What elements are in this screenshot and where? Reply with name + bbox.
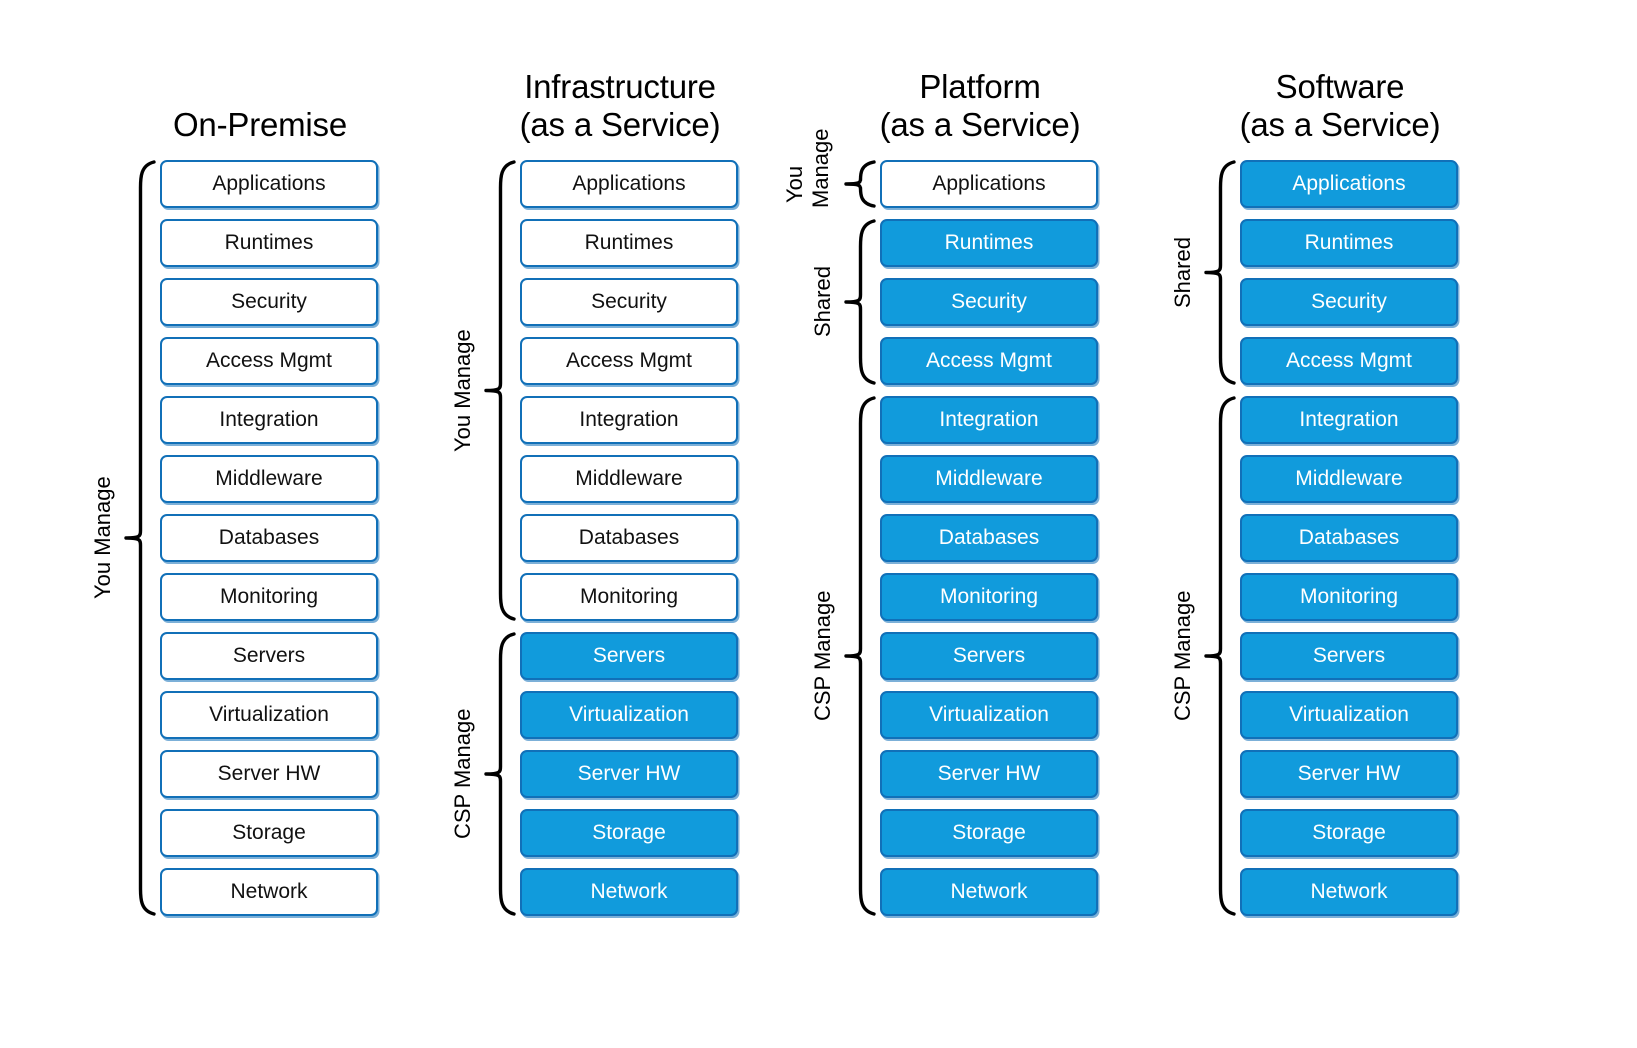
layer-box[interactable]: Server HW (880, 750, 1098, 798)
layer-box[interactable]: Middleware (880, 455, 1098, 503)
service-model-responsibility-diagram: On-Premise Applications Runtimes Security Ac… (0, 0, 1637, 1048)
layer-box[interactable]: Middleware (160, 455, 378, 503)
layer-box[interactable]: Storage (1240, 809, 1458, 857)
layer-box[interactable]: Databases (520, 514, 738, 562)
layer-box[interactable]: Storage (160, 809, 378, 857)
brace-group-csp-manage: CSP Manage (1170, 396, 1236, 916)
brace-group-you-manage: You Manage (450, 160, 516, 621)
layer-box[interactable]: Access Mgmt (520, 337, 738, 385)
layer-box[interactable]: Security (520, 278, 738, 326)
layer-box[interactable]: Security (160, 278, 378, 326)
brace-label: Shared (1170, 237, 1195, 308)
layer-box[interactable]: Integration (520, 396, 738, 444)
layer-box[interactable]: Server HW (520, 750, 738, 798)
layer-box[interactable]: Middleware (520, 455, 738, 503)
layer-box[interactable]: Runtimes (520, 219, 738, 267)
layer-box[interactable]: Monitoring (1240, 573, 1458, 621)
layer-box[interactable]: Servers (1240, 632, 1458, 680)
layer-stack-software-as-a-service: Applications Runtimes Security Access Mgmt I… (1240, 160, 1458, 927)
layer-box[interactable]: Servers (520, 632, 738, 680)
brace-label: You Manage (782, 128, 840, 208)
layer-box[interactable]: Servers (160, 632, 378, 680)
layer-box[interactable]: Monitoring (160, 573, 378, 621)
layer-box[interactable]: Access Mgmt (1240, 337, 1458, 385)
brace-label: CSP Manage (450, 708, 475, 840)
layer-box[interactable]: Server HW (1240, 750, 1458, 798)
layer-box[interactable]: Virtualization (520, 691, 738, 739)
layer-box[interactable]: Storage (880, 809, 1098, 857)
brace-group-shared: Shared (810, 219, 876, 385)
layer-box[interactable]: Monitoring (880, 573, 1098, 621)
brace-label-line-1: You (782, 165, 807, 203)
brace-label-line-2: Manage (808, 128, 833, 208)
layer-box[interactable]: Virtualization (1240, 691, 1458, 739)
brace-label: Shared (810, 266, 835, 338)
layer-box[interactable]: Databases (1240, 514, 1458, 562)
layer-box[interactable]: Access Mgmt (880, 337, 1098, 385)
layer-box[interactable]: Security (880, 278, 1098, 326)
brace-group-csp-manage: CSP Manage (450, 632, 516, 916)
layer-box[interactable]: Databases (160, 514, 378, 562)
layer-box[interactable]: Server HW (160, 750, 378, 798)
layer-box[interactable]: Integration (160, 396, 378, 444)
layer-box[interactable]: Applications (1240, 160, 1458, 208)
column-software-as-a-service: Software (as a Service) Applications Runtim… (1080, 0, 1540, 1048)
layer-box[interactable]: Security (1240, 278, 1458, 326)
column-title-line-1: Software (1275, 68, 1405, 105)
layer-stack-platform-as-a-service: Applications Runtimes Security Access Mgmt I… (880, 160, 1098, 927)
layer-box[interactable]: Network (520, 868, 738, 916)
brace-group-shared: Shared (1170, 160, 1236, 385)
layer-box[interactable]: Monitoring (520, 573, 738, 621)
layer-box[interactable]: Runtimes (880, 219, 1098, 267)
column-title-software-as-a-service: Software (as a Service) (1180, 68, 1500, 144)
column-title-line-2: (as a Service) (1239, 106, 1441, 143)
layer-box[interactable]: Integration (880, 396, 1098, 444)
layer-box[interactable]: Applications (520, 160, 738, 208)
brace-label: CSP Manage (810, 590, 835, 722)
layer-box[interactable]: Applications (160, 160, 378, 208)
layer-box[interactable]: Middleware (1240, 455, 1458, 503)
layer-box[interactable]: Virtualization (880, 691, 1098, 739)
brace-label: You Manage (450, 329, 475, 452)
layer-box[interactable]: Runtimes (160, 219, 378, 267)
layer-stack-infrastructure-as-a-service: Applications Runtimes Security Access Mgmt I… (520, 160, 738, 927)
brace-group-csp-manage: CSP Manage (810, 396, 876, 916)
brace-group-you-manage: You Manage (782, 128, 876, 208)
layer-box[interactable]: Network (1240, 868, 1458, 916)
layer-box[interactable]: Databases (880, 514, 1098, 562)
brace-label: CSP Manage (1170, 590, 1195, 722)
layer-box[interactable]: Applications (880, 160, 1098, 208)
layer-box[interactable]: Runtimes (1240, 219, 1458, 267)
layer-box[interactable]: Network (880, 868, 1098, 916)
layer-box[interactable]: Servers (880, 632, 1098, 680)
layer-box[interactable]: Access Mgmt (160, 337, 378, 385)
layer-stack-on-premise: Applications Runtimes Security Access Mgmt I… (160, 160, 378, 927)
brace-group-you-manage: You Manage (90, 160, 156, 916)
layer-box[interactable]: Integration (1240, 396, 1458, 444)
layer-box[interactable]: Virtualization (160, 691, 378, 739)
layer-box[interactable]: Storage (520, 809, 738, 857)
layer-box[interactable]: Network (160, 868, 378, 916)
brace-label: You Manage (90, 476, 115, 600)
